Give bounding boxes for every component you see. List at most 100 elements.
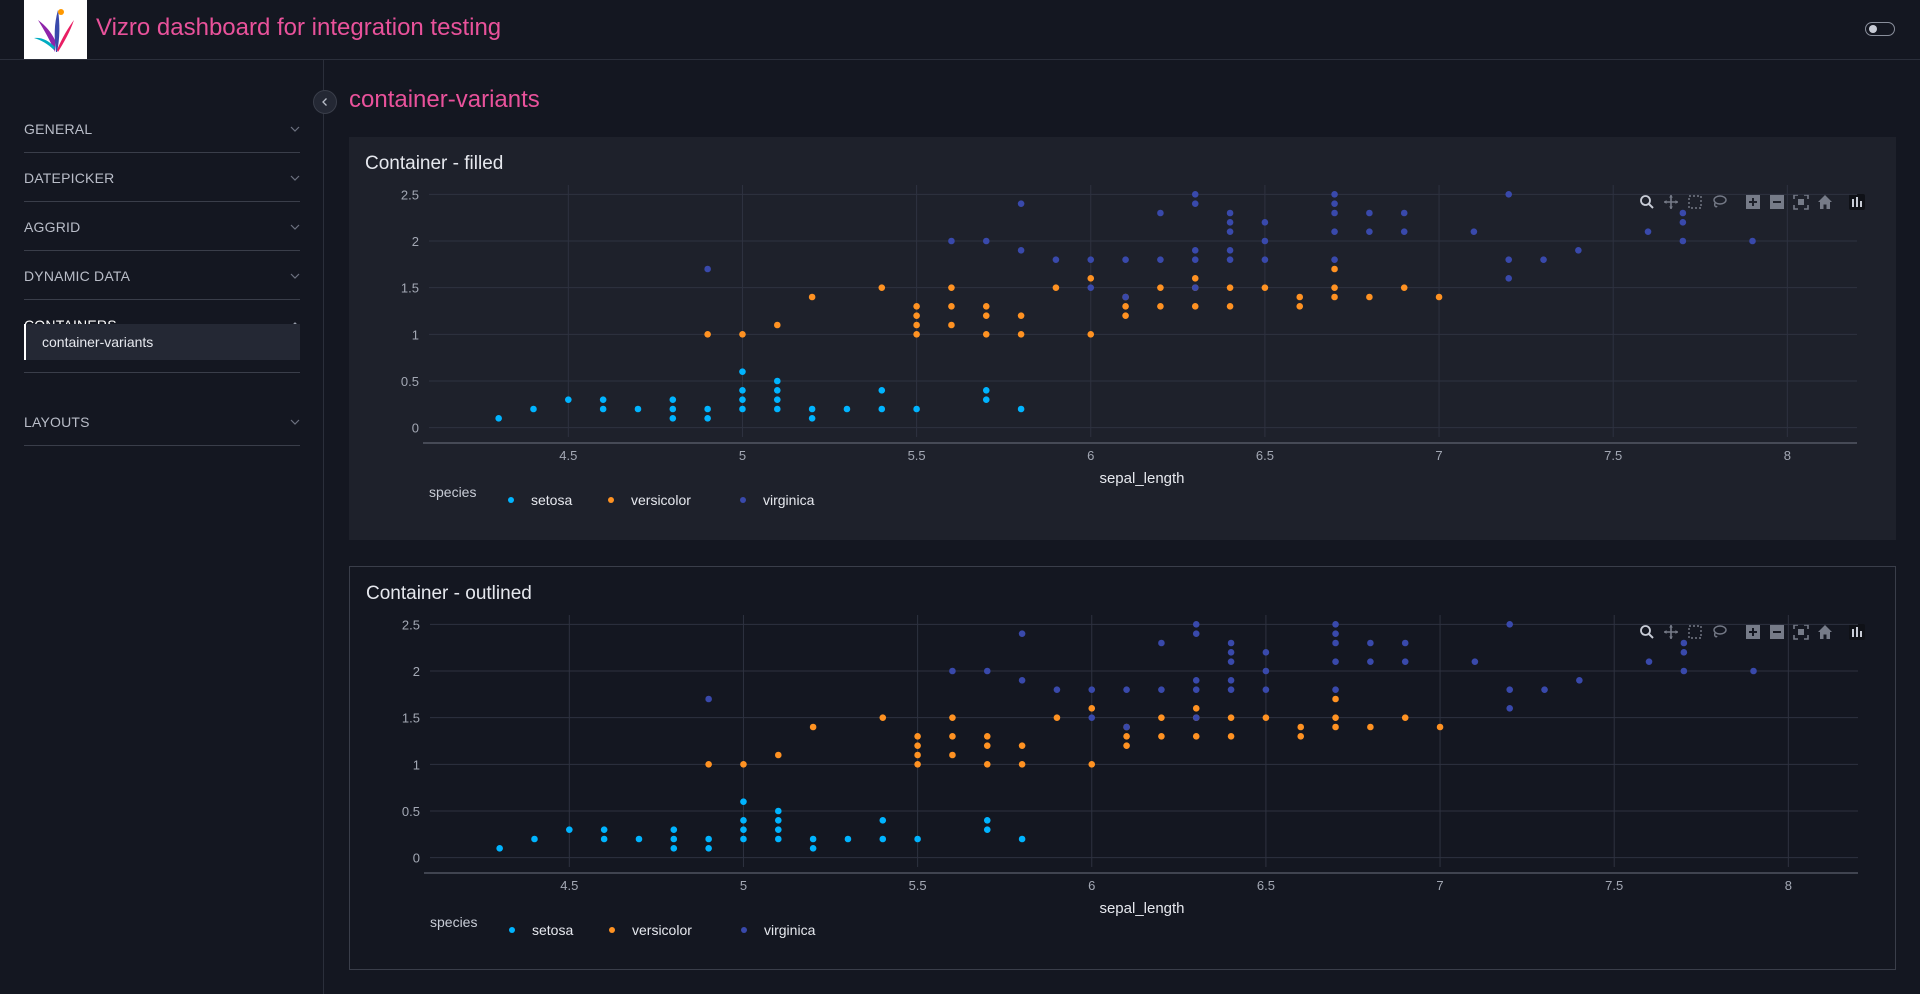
virginica-point[interactable] bbox=[1157, 256, 1164, 263]
versicolor-point[interactable] bbox=[1367, 723, 1374, 731]
versicolor-point[interactable] bbox=[1087, 331, 1095, 338]
virginica-point[interactable] bbox=[1192, 686, 1200, 693]
virginica-point[interactable] bbox=[1192, 677, 1200, 684]
virginica-point[interactable] bbox=[1470, 228, 1478, 235]
setosa-point[interactable] bbox=[740, 817, 747, 824]
virginica-point[interactable] bbox=[1261, 219, 1269, 226]
versicolor-point[interactable] bbox=[1331, 293, 1338, 301]
virginica-point[interactable] bbox=[1262, 667, 1270, 675]
virginica-point[interactable] bbox=[1191, 256, 1199, 263]
versicolor-point[interactable] bbox=[1227, 714, 1235, 721]
versicolor-point[interactable] bbox=[1296, 303, 1304, 310]
setosa-point[interactable] bbox=[1018, 835, 1026, 843]
legend-marker[interactable] bbox=[608, 497, 614, 503]
setosa-point[interactable] bbox=[774, 826, 782, 833]
versicolor-point[interactable] bbox=[1226, 284, 1234, 291]
versicolor-point[interactable] bbox=[982, 303, 990, 310]
versicolor-point[interactable] bbox=[983, 742, 991, 749]
versicolor-point[interactable] bbox=[705, 761, 712, 768]
virginica-point[interactable] bbox=[1053, 686, 1061, 693]
setosa-point[interactable] bbox=[531, 835, 538, 843]
setosa-point[interactable] bbox=[565, 396, 572, 403]
virginica-point[interactable] bbox=[1332, 630, 1339, 637]
virginica-point[interactable] bbox=[1471, 658, 1479, 665]
versicolor-point[interactable] bbox=[740, 761, 747, 768]
setosa-point[interactable] bbox=[914, 835, 921, 843]
setosa-point[interactable] bbox=[669, 405, 677, 413]
versicolor-point[interactable] bbox=[948, 303, 955, 310]
virginica-point[interactable] bbox=[1192, 621, 1200, 628]
virginica-point[interactable] bbox=[1749, 237, 1756, 245]
versicolor-point[interactable] bbox=[704, 331, 711, 338]
versicolor-point[interactable] bbox=[914, 751, 921, 759]
versicolor-point[interactable] bbox=[1331, 284, 1338, 291]
virginica-point[interactable] bbox=[1505, 275, 1513, 282]
virginica-point[interactable] bbox=[1505, 256, 1513, 263]
setosa-point[interactable] bbox=[808, 415, 816, 422]
virginica-point[interactable] bbox=[1506, 621, 1514, 628]
setosa-point[interactable] bbox=[983, 826, 991, 833]
setosa-point[interactable] bbox=[773, 405, 781, 413]
versicolor-point[interactable] bbox=[983, 733, 991, 740]
versicolor-point[interactable] bbox=[1332, 695, 1339, 703]
setosa-point[interactable] bbox=[566, 826, 573, 833]
versicolor-point[interactable] bbox=[1226, 303, 1234, 310]
versicolor-point[interactable] bbox=[1122, 303, 1129, 310]
virginica-point[interactable] bbox=[1226, 219, 1234, 226]
setosa-point[interactable] bbox=[879, 835, 887, 843]
versicolor-point[interactable] bbox=[948, 321, 955, 329]
versicolor-point[interactable] bbox=[1297, 733, 1305, 740]
setosa-point[interactable] bbox=[739, 396, 746, 403]
virginica-point[interactable] bbox=[1540, 256, 1547, 263]
virginica-point[interactable] bbox=[1750, 667, 1757, 675]
setosa-point[interactable] bbox=[809, 835, 817, 843]
virginica-point[interactable] bbox=[1262, 649, 1270, 656]
scatter-chart[interactable]: 4.5 5 5.5 6 6.5 7 7.5 8 0 0.5 1 1.5 2 2.5 species setos… bbox=[349, 137, 1896, 540]
setosa-point[interactable] bbox=[879, 817, 887, 824]
versicolor-point[interactable] bbox=[1366, 293, 1373, 301]
legend-marker[interactable] bbox=[740, 497, 746, 503]
collapse-sidebar-button[interactable] bbox=[313, 90, 337, 114]
virginica-point[interactable] bbox=[1122, 256, 1129, 263]
legend-item-label[interactable]: virginica bbox=[764, 922, 816, 938]
legend-item-label[interactable]: setosa bbox=[532, 922, 573, 938]
setosa-point[interactable] bbox=[600, 835, 608, 843]
virginica-point[interactable] bbox=[1506, 705, 1514, 712]
setosa-point[interactable] bbox=[982, 387, 990, 394]
versicolor-point[interactable] bbox=[1400, 284, 1408, 291]
setosa-point[interactable] bbox=[634, 405, 642, 413]
setosa-point[interactable] bbox=[740, 826, 747, 833]
virginica-point[interactable] bbox=[704, 265, 711, 273]
versicolor-point[interactable] bbox=[1331, 265, 1338, 273]
setosa-point[interactable] bbox=[808, 405, 816, 413]
setosa-point[interactable] bbox=[739, 368, 746, 375]
theme-toggle[interactable] bbox=[1865, 22, 1895, 36]
virginica-point[interactable] bbox=[1401, 658, 1409, 665]
versicolor-point[interactable] bbox=[1192, 705, 1200, 712]
versicolor-point[interactable] bbox=[878, 284, 886, 291]
virginica-point[interactable] bbox=[1541, 686, 1548, 693]
versicolor-point[interactable] bbox=[914, 761, 921, 768]
nav-group-aggrid[interactable]: AGGRID bbox=[24, 203, 300, 251]
legend-item-label[interactable]: virginica bbox=[763, 492, 815, 508]
versicolor-point[interactable] bbox=[1157, 284, 1164, 291]
virginica-point[interactable] bbox=[1400, 228, 1408, 235]
setosa-point[interactable] bbox=[599, 405, 607, 413]
versicolor-point[interactable] bbox=[1261, 284, 1269, 291]
versicolor-point[interactable] bbox=[1158, 714, 1165, 721]
versicolor-point[interactable] bbox=[1018, 742, 1026, 749]
virginica-point[interactable] bbox=[1157, 209, 1164, 217]
virginica-point[interactable] bbox=[1331, 209, 1338, 217]
versicolor-point[interactable] bbox=[982, 331, 990, 338]
virginica-point[interactable] bbox=[1262, 686, 1270, 693]
virginica-point[interactable] bbox=[1158, 686, 1165, 693]
versicolor-point[interactable] bbox=[1123, 742, 1130, 749]
setosa-point[interactable] bbox=[809, 845, 817, 852]
versicolor-point[interactable] bbox=[1191, 303, 1199, 310]
setosa-point[interactable] bbox=[774, 835, 782, 843]
setosa-point[interactable] bbox=[1017, 405, 1025, 413]
virginica-point[interactable] bbox=[1227, 639, 1235, 647]
versicolor-point[interactable] bbox=[1227, 733, 1235, 740]
virginica-point[interactable] bbox=[1331, 228, 1338, 235]
versicolor-point[interactable] bbox=[1052, 284, 1060, 291]
